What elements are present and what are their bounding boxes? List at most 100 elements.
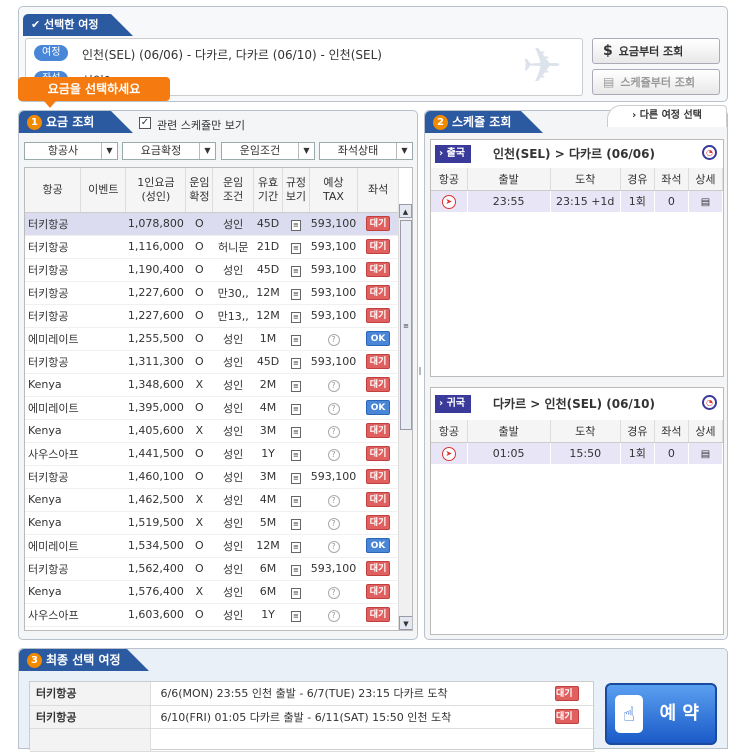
document-icon[interactable]: ≡	[290, 449, 301, 461]
document-icon[interactable]: ≡	[290, 265, 301, 277]
fare-row[interactable]: 터키항공 1,227,600 O 만30,, 12M ≡ 593,100 대기	[25, 281, 399, 305]
fare-row[interactable]: Kenya 1,633,400X성인9M≡? 대기	[25, 626, 399, 631]
related-only-checkbox[interactable]: ✓	[139, 117, 151, 129]
seat-wait-badge[interactable]: 대기	[366, 285, 391, 300]
document-icon[interactable]: ≡	[290, 219, 301, 231]
fare-row[interactable]: 터키항공 1,227,600 O 만13,, 12M ≡ 593,100 대기	[25, 304, 399, 328]
fare-cell: OK	[357, 327, 399, 351]
question-icon[interactable]: ?	[327, 402, 340, 415]
detail-icon[interactable]: ▤	[701, 197, 710, 208]
question-icon[interactable]: ?	[327, 425, 340, 438]
fare-cell: ≡	[282, 235, 310, 259]
document-icon[interactable]: ≡	[290, 541, 301, 553]
fare-first-button[interactable]: $ 요금부터 조회	[592, 38, 720, 64]
seat-wait-badge[interactable]: 대기	[366, 377, 391, 392]
fare-cell	[80, 235, 126, 259]
document-icon[interactable]: ≡	[290, 357, 301, 369]
outbound-flight-row[interactable]: ➤ 23:55 23:15 +1d 1회 0 ▤	[431, 190, 724, 212]
scroll-thumb[interactable]: ≡	[400, 220, 412, 430]
fare-row[interactable]: Kenya 1,348,600 X 성인 2M ≡? 대기	[25, 373, 399, 397]
schedule-first-button[interactable]: ▤ 스케쥴부터 조회	[592, 69, 720, 95]
seat-wait-badge[interactable]: 대기	[366, 561, 391, 576]
document-icon[interactable]: ≡	[290, 334, 301, 346]
seat-wait-badge[interactable]: 대기	[366, 469, 391, 484]
document-icon[interactable]: ≡	[290, 518, 301, 530]
fare-row[interactable]: Kenya 1,576,400 X 성인 6M ≡? 대기	[25, 580, 399, 604]
question-icon[interactable]: ?	[327, 609, 340, 622]
fare-cell: ≡	[282, 396, 310, 420]
question-icon[interactable]: ?	[327, 448, 340, 461]
document-icon[interactable]: ≡	[290, 403, 301, 415]
fare-row[interactable]: 터키항공 1,311,300 O 성인 45D ≡ 593,100 대기	[25, 350, 399, 374]
question-icon[interactable]: ?	[327, 540, 340, 553]
other-trip-tab[interactable]: › 다른 여정 선택	[607, 105, 727, 127]
seat-wait-badge[interactable]: 대기	[366, 308, 391, 323]
seat-ok-badge[interactable]: OK	[366, 400, 391, 415]
document-icon[interactable]: ≡	[290, 495, 301, 507]
fare-cell: ?	[309, 580, 358, 604]
seat-wait-badge[interactable]: 대기	[366, 216, 391, 231]
fare-row[interactable]: 터키항공 1,116,000 O 허니문 21D ≡ 593,100 대기	[25, 235, 399, 259]
document-icon[interactable]: ≡	[290, 311, 301, 323]
fare-cell: 593,100	[309, 235, 358, 259]
return-flight-row[interactable]: ➤ 01:05 15:50 1회 0 ▤	[431, 442, 724, 464]
seat-ok-badge[interactable]: OK	[366, 331, 391, 346]
fare-row[interactable]: 에미레이트 1,395,000 O 성인 4M ≡? OK	[25, 396, 399, 420]
fare-cell: O	[185, 534, 213, 558]
scroll-down-arrow[interactable]: ▼	[399, 616, 412, 630]
fare-cell: ≡	[282, 442, 310, 466]
filter-airline[interactable]: 항공사 ▼	[24, 142, 118, 160]
seat-wait-badge: 대기	[555, 685, 579, 701]
document-icon[interactable]: ≡	[290, 610, 301, 622]
fare-cell: 1,534,500	[125, 534, 186, 558]
seat-wait-badge[interactable]: 대기	[366, 262, 391, 277]
document-icon[interactable]: ≡	[290, 242, 301, 254]
filter-fare-confirmed[interactable]: 요금확정 ▼	[122, 142, 216, 160]
seat-wait-badge[interactable]: 대기	[366, 354, 391, 369]
seat-wait-badge[interactable]: 대기	[366, 492, 391, 507]
document-icon[interactable]: ≡	[290, 587, 301, 599]
chevron-down-icon: ▼	[298, 143, 314, 159]
seat-wait-badge[interactable]: 대기	[366, 446, 391, 461]
seat-ok-badge[interactable]: OK	[366, 538, 391, 553]
fare-row[interactable]: 사우스아프 1,603,600 O 성인 1Y ≡? 대기	[25, 603, 399, 627]
seat-wait-badge[interactable]: 대기	[366, 630, 390, 631]
clock-icon[interactable]: ◔	[702, 145, 717, 160]
question-icon[interactable]: ?	[327, 586, 340, 599]
fare-row[interactable]: Kenya 1,519,500 X 성인 5M ≡? 대기	[25, 511, 399, 535]
document-icon[interactable]: ≡	[290, 426, 301, 438]
seat-wait-badge[interactable]: 대기	[366, 584, 391, 599]
chevron-down-icon: ▼	[101, 143, 117, 159]
seat-wait-badge[interactable]: 대기	[366, 515, 391, 530]
hand-pointer-icon: ☝	[615, 695, 643, 733]
fare-row[interactable]: 터키항공 1,562,400 O 성인 6M ≡ 593,100 대기	[25, 557, 399, 581]
book-button[interactable]: ☝ 예 약	[605, 683, 717, 745]
scroll-up-arrow[interactable]: ▲	[399, 204, 412, 218]
fare-cell: 성인	[212, 212, 254, 236]
fare-row[interactable]: 에미레이트 1,534,500 O 성인 12M ≡? OK	[25, 534, 399, 558]
seat-wait-badge[interactable]: 대기	[366, 423, 391, 438]
filter-fare-condition[interactable]: 운임조건 ▼	[221, 142, 315, 160]
fare-row[interactable]: Kenya 1,462,500 X 성인 4M ≡? 대기	[25, 488, 399, 512]
fare-row[interactable]: 터키항공 1,190,400 O 성인 45D ≡ 593,100 대기	[25, 258, 399, 282]
seat-wait-badge[interactable]: 대기	[366, 239, 391, 254]
fare-row[interactable]: 사우스아프 1,441,500 O 성인 1Y ≡? 대기	[25, 442, 399, 466]
detail-icon[interactable]: ▤	[701, 449, 710, 460]
question-icon[interactable]: ?	[327, 379, 340, 392]
question-icon[interactable]: ?	[327, 333, 340, 346]
clock-icon[interactable]: ◔	[702, 395, 717, 410]
question-icon[interactable]: ?	[327, 517, 340, 530]
fare-scrollbar[interactable]: ▲ ≡ ▼	[398, 204, 412, 630]
fare-row[interactable]: 터키항공 1,078,800 O 성인 45D ≡ 593,100 대기	[25, 212, 399, 236]
fare-row[interactable]: Kenya 1,405,600 X 성인 3M ≡? 대기	[25, 419, 399, 443]
document-icon[interactable]: ≡	[290, 564, 301, 576]
seat-wait-badge[interactable]: 대기	[366, 607, 391, 622]
document-icon[interactable]: ≡	[290, 380, 301, 392]
document-icon[interactable]: ≡	[290, 472, 301, 484]
schedule-first-label: 스케쥴부터 조회	[620, 76, 696, 89]
document-icon[interactable]: ≡	[290, 288, 301, 300]
question-icon[interactable]: ?	[327, 494, 340, 507]
fare-row[interactable]: 에미레이트 1,255,500 O 성인 1M ≡? OK	[25, 327, 399, 351]
filter-seat-status[interactable]: 좌석상태 ▼	[319, 142, 413, 160]
fare-row[interactable]: 터키항공 1,460,100 O 성인 3M ≡ 593,100 대기	[25, 465, 399, 489]
